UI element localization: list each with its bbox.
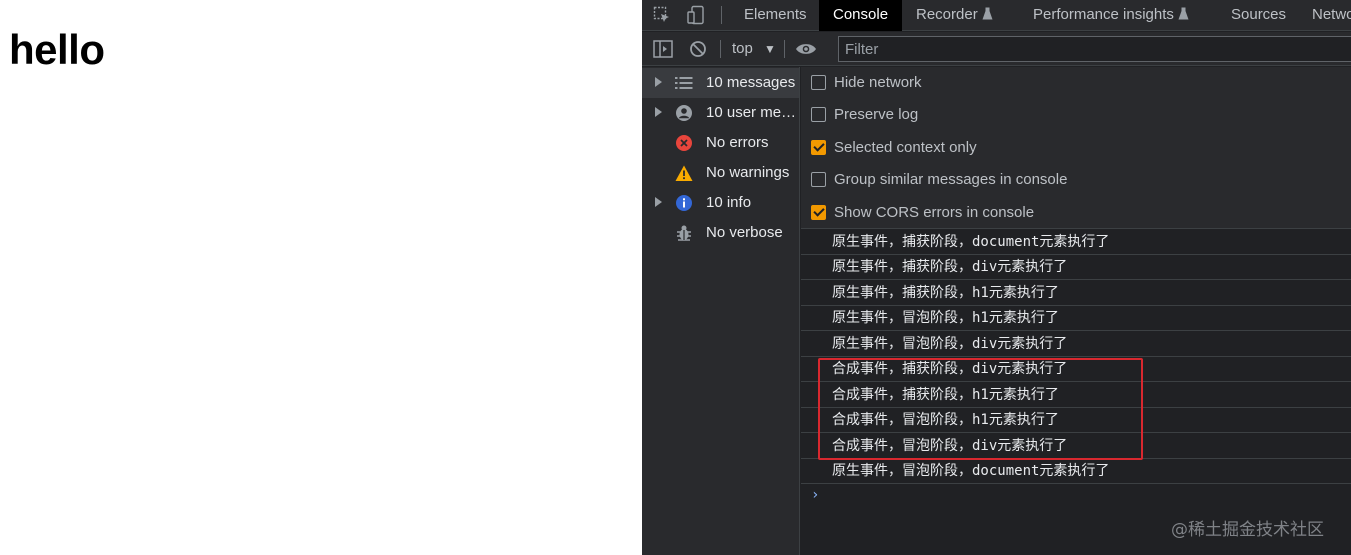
- sidebar-item-messages[interactable]: 10 messages: [642, 68, 799, 98]
- console-message[interactable]: 合成事件，冒泡阶段，h1元素执行了: [801, 408, 1351, 433]
- sidebar-item-warnings[interactable]: No warnings: [642, 158, 799, 188]
- info-icon: [675, 194, 693, 212]
- expand-arrow-icon[interactable]: [655, 197, 662, 207]
- console-message[interactable]: 原生事件，冒泡阶段，div元素执行了: [801, 332, 1351, 357]
- page-heading: hello: [9, 26, 105, 73]
- tabbar-separator: [721, 6, 722, 24]
- sidebar-item-info[interactable]: 10 info: [642, 188, 799, 218]
- console-message[interactable]: 原生事件，冒泡阶段，document元素执行了: [801, 459, 1351, 484]
- user-icon: [675, 104, 693, 122]
- console-message-text: 原生事件，冒泡阶段，div元素执行了: [832, 336, 1068, 352]
- devtools-tabbar: Elements Console Recorder Performance in…: [642, 0, 1351, 31]
- clear-console-icon[interactable]: [687, 38, 709, 60]
- console-message-text: 原生事件，冒泡阶段，h1元素执行了: [832, 310, 1059, 326]
- live-expression-eye-icon[interactable]: [795, 38, 817, 60]
- sidebar-item-label: 10 user mes...: [706, 104, 798, 121]
- console-sidebar: 10 messages 10 user mes... No errors No …: [642, 67, 800, 555]
- group-similar-checkbox[interactable]: [811, 172, 826, 187]
- console-message-text: 原生事件，捕获阶段，div元素执行了: [832, 259, 1068, 275]
- tab-performance-insights[interactable]: Performance insights: [1033, 0, 1189, 31]
- error-icon: [675, 134, 693, 152]
- filter-input[interactable]: [838, 36, 1351, 62]
- console-message-text: 合成事件，冒泡阶段，h1元素执行了: [832, 412, 1059, 428]
- show-cors-checkbox[interactable]: [811, 205, 826, 220]
- toolbar-separator: [784, 40, 785, 58]
- console-message-text: 原生事件，捕获阶段，document元素执行了: [832, 234, 1110, 250]
- console-message[interactable]: 原生事件，捕获阶段，h1元素执行了: [801, 281, 1351, 306]
- selected-context-checkbox[interactable]: [811, 140, 826, 155]
- setting-show-cors-errors[interactable]: Show CORS errors in console: [801, 200, 1351, 226]
- console-message-text: 合成事件，捕获阶段，h1元素执行了: [832, 387, 1059, 403]
- setting-label: Hide network: [834, 74, 922, 91]
- tab-elements[interactable]: Elements: [744, 0, 807, 31]
- tab-performance-insights-label: Performance insights: [1033, 6, 1174, 23]
- setting-group-similar[interactable]: Group similar messages in console: [801, 167, 1351, 193]
- tab-recorder-label: Recorder: [916, 6, 978, 23]
- tab-network[interactable]: Netwo: [1312, 0, 1351, 31]
- setting-label: Group similar messages in console: [834, 171, 1068, 188]
- console-message[interactable]: 原生事件，捕获阶段，document元素执行了: [801, 230, 1351, 255]
- console-message[interactable]: 原生事件，冒泡阶段，h1元素执行了: [801, 306, 1351, 331]
- console-message-text: 合成事件，冒泡阶段，div元素执行了: [832, 438, 1068, 454]
- sidebar-item-label: No errors: [706, 134, 769, 151]
- console-toolbar: top ▼: [642, 32, 1351, 66]
- sidebar-item-verbose[interactable]: No verbose: [642, 218, 799, 248]
- device-toolbar-icon[interactable]: [685, 4, 707, 26]
- console-message-text: 原生事件，捕获阶段，h1元素执行了: [832, 285, 1059, 301]
- context-select[interactable]: top: [732, 39, 753, 59]
- sidebar-item-label: No warnings: [706, 164, 790, 181]
- console-message[interactable]: 合成事件，捕获阶段，h1元素执行了: [801, 383, 1351, 408]
- console-messages: 原生事件，捕获阶段，document元素执行了 原生事件，捕获阶段，div元素执…: [801, 230, 1351, 555]
- list-icon: [675, 74, 693, 92]
- console-message-text: 合成事件，捕获阶段，div元素执行了: [832, 361, 1068, 377]
- console-message[interactable]: 合成事件，捕获阶段，div元素执行了: [801, 357, 1351, 382]
- setting-label: Show CORS errors in console: [834, 204, 1035, 221]
- expand-arrow-icon[interactable]: [655, 77, 662, 87]
- setting-hide-network[interactable]: Hide network: [801, 70, 1351, 96]
- watermark: @稀土掘金技术社区: [1171, 520, 1324, 540]
- console-message[interactable]: 合成事件，冒泡阶段，div元素执行了: [801, 434, 1351, 459]
- toolbar-separator: [720, 40, 721, 58]
- warning-icon: [675, 164, 693, 182]
- tab-sources[interactable]: Sources: [1231, 0, 1286, 31]
- sidebar-item-label: 10 messages: [706, 74, 796, 91]
- sidebar-item-label: 10 info: [706, 194, 752, 211]
- devtools-panel: Elements Console Recorder Performance in…: [642, 0, 1351, 555]
- bug-icon: [675, 224, 693, 242]
- preserve-log-checkbox[interactable]: [811, 107, 826, 122]
- sidebar-item-user-messages[interactable]: 10 user mes...: [642, 98, 799, 128]
- setting-preserve-log[interactable]: Preserve log: [801, 102, 1351, 128]
- hide-network-checkbox[interactable]: [811, 75, 826, 90]
- inspect-element-icon[interactable]: [651, 4, 673, 26]
- console-settings: Hide network Preserve log Selected conte…: [801, 67, 1351, 229]
- flask-icon: [1178, 1, 1189, 31]
- console-prompt[interactable]: ›: [811, 487, 819, 503]
- console-message[interactable]: 原生事件，捕获阶段，div元素执行了: [801, 255, 1351, 280]
- flask-icon: [982, 1, 993, 31]
- sidebar-item-label: No verbose: [706, 224, 783, 241]
- setting-label: Selected context only: [834, 139, 977, 156]
- tab-console[interactable]: Console: [819, 0, 903, 31]
- chevron-down-icon[interactable]: ▼: [764, 39, 776, 59]
- console-message-text: 原生事件，冒泡阶段，document元素执行了: [832, 463, 1110, 479]
- setting-selected-context-only[interactable]: Selected context only: [801, 135, 1351, 161]
- expand-arrow-icon[interactable]: [655, 107, 662, 117]
- show-sidebar-icon[interactable]: [652, 38, 674, 60]
- tab-recorder[interactable]: Recorder: [916, 0, 993, 31]
- setting-label: Preserve log: [834, 106, 919, 123]
- sidebar-item-errors[interactable]: No errors: [642, 128, 799, 158]
